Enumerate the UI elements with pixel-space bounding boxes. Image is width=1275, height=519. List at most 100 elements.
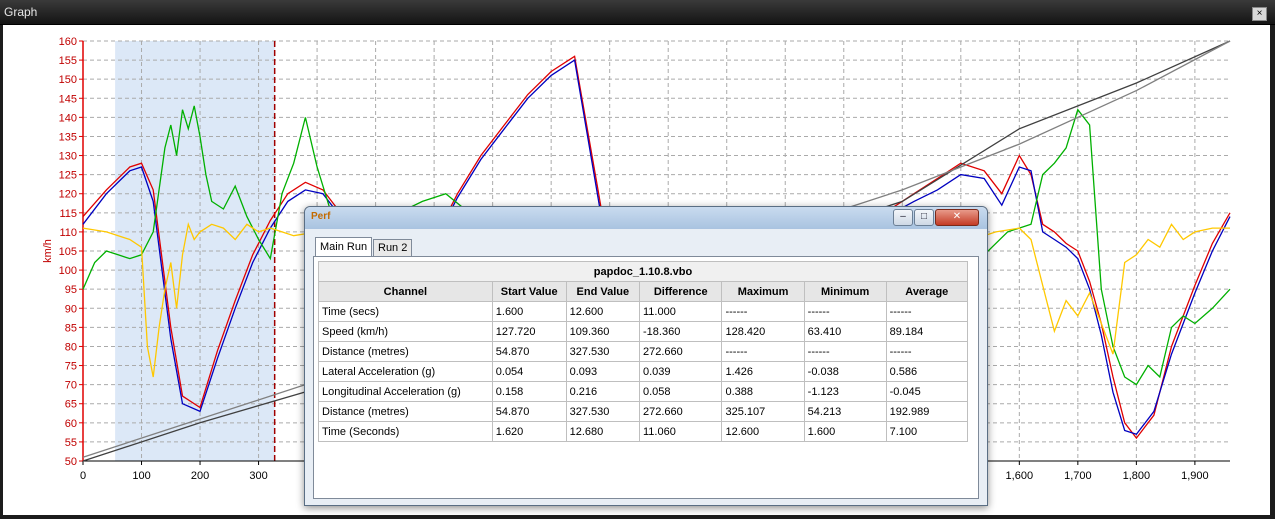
column-header: Difference <box>638 281 723 302</box>
x-tick-label: 300 <box>249 470 267 482</box>
x-tick-label: 1,900 <box>1181 470 1209 482</box>
y-tick-label: 145 <box>59 93 77 105</box>
y-tick-label: 120 <box>59 189 77 201</box>
value-cell: -0.038 <box>803 361 887 382</box>
value-cell: 7.100 <box>885 421 969 442</box>
y-tick-label: 50 <box>65 456 77 468</box>
table-row: Time (Seconds) 1.620 12.680 11.060 12.600 1.6… <box>318 421 969 442</box>
value-cell: 54.870 <box>491 401 567 422</box>
table-row: Distance (metres) 54.870 327.530 272.660 ---… <box>318 341 969 362</box>
value-cell: 11.060 <box>638 421 723 442</box>
channel-name-cell: Distance (metres) <box>318 401 493 422</box>
y-tick-label: 75 <box>65 361 77 373</box>
channel-table: papdoc_1.10.8.vbo Channel Start Value End … <box>318 261 969 442</box>
value-cell: 12.600 <box>721 421 805 442</box>
channel-report-dialog: Perf – □ ✕ Main Run Run 2 papdoc_1.10.8.… <box>304 206 988 506</box>
table-row: Lateral Acceleration (g) 0.054 0.093 0.039 1… <box>318 361 969 382</box>
y-tick-label: 60 <box>65 418 77 430</box>
y-tick-label: 55 <box>65 437 77 449</box>
value-cell: 0.058 <box>638 381 723 402</box>
value-cell: 327.530 <box>565 401 641 422</box>
window-titlebar: Graph × <box>0 0 1275 25</box>
value-cell: 325.107 <box>721 401 805 422</box>
value-cell: 0.093 <box>565 361 641 382</box>
table-header-row: Channel Start Value End Value Difference Max… <box>318 281 969 302</box>
y-tick-label: 160 <box>59 36 77 48</box>
value-cell: 327.530 <box>565 341 641 362</box>
tab-run-2[interactable]: Run 2 <box>373 239 413 256</box>
x-tick-label: 0 <box>80 470 86 482</box>
y-tick-label: 155 <box>59 55 77 67</box>
column-header: Minimum <box>803 281 887 302</box>
filename-row: papdoc_1.10.8.vbo <box>318 261 968 282</box>
channel-name-cell: Time (Seconds) <box>318 421 493 442</box>
channel-name-cell: Longitudinal Acceleration (g) <box>318 381 493 402</box>
table-row: Time (secs) 1.600 12.600 11.000 ------ ------… <box>318 301 969 322</box>
dialog-titlebar[interactable]: Perf – □ ✕ <box>305 207 987 229</box>
y-tick-label: 95 <box>65 284 77 296</box>
x-tick-label: 1,700 <box>1064 470 1092 482</box>
value-cell: 54.870 <box>491 341 567 362</box>
value-cell: -1.123 <box>803 381 887 402</box>
value-cell: 1.600 <box>491 301 567 322</box>
y-tick-label: 140 <box>59 112 77 124</box>
value-cell: ------ <box>885 341 969 362</box>
window-close-button[interactable]: × <box>1252 7 1267 21</box>
y-tick-label: 135 <box>59 131 77 143</box>
value-cell: 0.216 <box>565 381 641 402</box>
y-tick-label: 65 <box>65 399 77 411</box>
value-cell: 272.660 <box>638 341 723 362</box>
column-header: Average <box>885 281 969 302</box>
x-tick-label: 1,600 <box>1006 470 1034 482</box>
minimize-button[interactable]: – <box>893 209 913 226</box>
y-tick-label: 90 <box>65 303 77 315</box>
column-header: Maximum <box>721 281 805 302</box>
value-cell: 12.680 <box>565 421 641 442</box>
value-cell: 0.039 <box>638 361 723 382</box>
value-cell: 0.388 <box>721 381 805 402</box>
table-row: Distance (metres) 54.870 327.530 272.660 325… <box>318 401 969 422</box>
y-tick-label: 125 <box>59 170 77 182</box>
y-tick-label: 110 <box>59 227 77 239</box>
table-row: Longitudinal Acceleration (g) 0.158 0.216 0… <box>318 381 969 402</box>
value-cell: 0.586 <box>885 361 969 382</box>
value-cell: ------ <box>721 341 805 362</box>
table-row: Speed (km/h) 127.720 109.360 -18.360 128.420… <box>318 321 969 342</box>
app-logo-icon: Perf <box>311 211 331 222</box>
y-tick-label: 105 <box>59 246 77 258</box>
y-axis-label: km/h <box>42 239 54 263</box>
tab-panel: papdoc_1.10.8.vbo Channel Start Value End … <box>313 256 979 499</box>
value-cell: 192.989 <box>885 401 969 422</box>
value-cell: 1.620 <box>491 421 567 442</box>
channel-name-cell: Time (secs) <box>318 301 493 322</box>
table-body: Time (secs) 1.600 12.600 11.000 ------ ------… <box>318 301 969 442</box>
value-cell: 63.410 <box>803 321 887 342</box>
x-tick-label: 200 <box>191 470 209 482</box>
value-cell: 11.000 <box>638 301 723 322</box>
value-cell: 0.158 <box>491 381 567 402</box>
window-title: Graph <box>4 5 38 19</box>
x-tick-label: 100 <box>132 470 150 482</box>
value-cell: ------ <box>803 341 887 362</box>
y-tick-label: 80 <box>65 341 77 353</box>
tab-main-run[interactable]: Main Run <box>315 237 373 257</box>
value-cell: ------ <box>803 301 887 322</box>
channel-name-cell: Distance (metres) <box>318 341 493 362</box>
value-cell: 128.420 <box>721 321 805 342</box>
y-tick-label: 130 <box>59 151 77 163</box>
value-cell: 127.720 <box>491 321 567 342</box>
maximize-button[interactable]: □ <box>914 209 934 226</box>
value-cell: 0.054 <box>491 361 567 382</box>
y-tick-label: 115 <box>59 208 77 220</box>
value-cell: -18.360 <box>638 321 723 342</box>
value-cell: 12.600 <box>565 301 641 322</box>
channel-name-cell: Lateral Acceleration (g) <box>318 361 493 382</box>
y-tick-label: 85 <box>65 322 77 334</box>
channel-name-cell: Speed (km/h) <box>318 321 493 342</box>
value-cell: 1.426 <box>721 361 805 382</box>
value-cell: 272.660 <box>638 401 723 422</box>
close-button[interactable]: ✕ <box>935 209 979 226</box>
y-tick-label: 150 <box>59 74 77 86</box>
filename-cell: papdoc_1.10.8.vbo <box>318 261 968 282</box>
value-cell: 54.213 <box>803 401 887 422</box>
